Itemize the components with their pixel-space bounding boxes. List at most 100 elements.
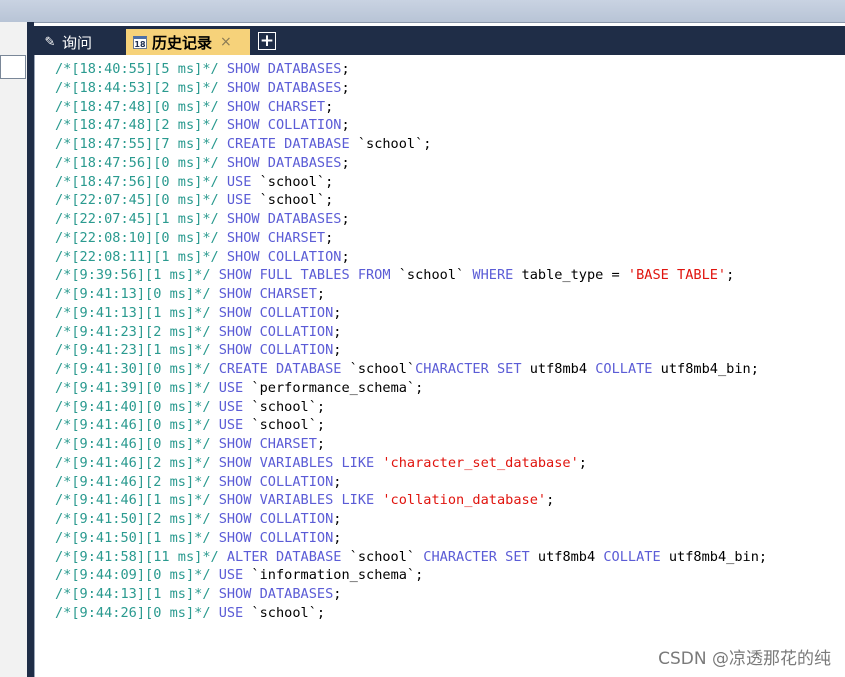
history-token: `school`;: [349, 136, 432, 152]
watermark: CSDN @凉透那花的纯: [658, 649, 831, 669]
history-token: [211, 417, 219, 433]
history-log: /*[18:40:55][5 ms]*/ SHOW DATABASES;/*[1…: [55, 60, 767, 623]
history-token: ;: [316, 436, 326, 452]
history-token: [219, 61, 227, 77]
history-token: WHERE: [472, 267, 514, 284]
history-line: /*[9:39:56][1 ms]*/ SHOW FULL TABLES FRO…: [55, 266, 767, 285]
history-token: /*[18:47:55][7 ms]*/: [55, 136, 219, 152]
history-token: /*[9:41:50][2 ms]*/: [55, 511, 211, 527]
history-token: 'BASE TABLE': [627, 267, 727, 284]
history-token: /*[18:47:48][2 ms]*/: [55, 117, 219, 134]
history-line: /*[9:41:46][2 ms]*/ SHOW COLLATION;: [55, 473, 767, 492]
history-token: [211, 511, 219, 527]
history-token: [211, 567, 219, 583]
history-token: `school`;: [243, 604, 326, 621]
history-token: /*[9:41:46][2 ms]*/: [55, 473, 211, 490]
history-line: /*[9:44:09][0 ms]*/ USE `information_sch…: [55, 566, 767, 585]
history-token: /*[18:47:56][0 ms]*/: [55, 154, 219, 171]
history-token: /*[9:41:46][1 ms]*/: [55, 492, 211, 509]
history-token: SHOW CHARSET: [218, 286, 317, 302]
history-token: SHOW COLLATION: [218, 529, 334, 546]
history-token: USE: [218, 567, 244, 584]
history-line: /*[9:41:46][2 ms]*/ SHOW VARIABLES LIKE …: [55, 454, 767, 473]
calendar-icon: 18: [132, 34, 148, 50]
tab-bar: ✎ 询问 18 历史记录 × +: [34, 26, 845, 55]
tab-history[interactable]: 18 历史记录 ×: [126, 29, 250, 55]
history-token: ;: [341, 211, 350, 227]
history-token: USE: [218, 417, 244, 434]
history-token: COLLATE: [595, 361, 653, 377]
history-token: /*[9:41:46][0 ms]*/: [55, 417, 211, 434]
history-token: ;: [333, 304, 342, 321]
history-token: CREATE DATABASE: [226, 136, 350, 152]
history-token: [219, 192, 227, 208]
history-line: /*[9:41:50][2 ms]*/ SHOW COLLATION;: [55, 510, 767, 529]
history-token: [211, 342, 219, 358]
history-line: /*[22:08:11][1 ms]*/ SHOW COLLATION;: [55, 248, 767, 267]
history-token: [211, 474, 219, 490]
history-token: SHOW VARIABLES LIKE: [218, 492, 375, 509]
add-tab-button[interactable]: +: [258, 32, 276, 50]
history-token: ALTER DATABASE: [226, 548, 342, 565]
history-token: /*[9:41:46][2 ms]*/: [55, 454, 211, 471]
history-token: ;: [546, 492, 555, 509]
history-line: /*[18:47:48][2 ms]*/ SHOW COLLATION;: [55, 116, 767, 135]
history-token: utf8mb4_bin;: [660, 548, 768, 565]
history-line: /*[9:44:13][1 ms]*/ SHOW DATABASES;: [55, 585, 767, 604]
history-line: /*[18:47:48][0 ms]*/ SHOW CHARSET;: [55, 98, 767, 117]
history-line: /*[9:41:50][1 ms]*/ SHOW COLLATION;: [55, 529, 767, 548]
history-token: [211, 380, 219, 396]
history-token: /*[9:39:56][1 ms]*/: [55, 267, 211, 284]
history-token: /*[9:44:09][0 ms]*/: [55, 567, 211, 584]
history-token: 'collation_database': [382, 492, 547, 509]
history-token: SHOW DATABASES: [226, 211, 342, 227]
history-token: SHOW FULL TABLES FROM: [218, 267, 391, 284]
history-token: /*[18:47:56][0 ms]*/: [55, 173, 219, 190]
history-token: [219, 155, 227, 171]
history-token: `school`: [341, 361, 416, 377]
history-token: ;: [333, 323, 342, 340]
history-token: CHARACTER SET: [423, 548, 530, 565]
history-token: SHOW CHARSET: [218, 436, 317, 452]
history-editor[interactable]: /*[18:40:55][5 ms]*/ SHOW DATABASES;/*[1…: [34, 55, 845, 677]
history-token: SHOW CHARSET: [226, 98, 326, 115]
history-token: SHOW COLLATION: [226, 117, 342, 134]
history-token: ;: [341, 154, 350, 171]
history-token: /*[18:47:48][0 ms]*/: [55, 98, 219, 115]
history-token: SHOW COLLATION: [218, 511, 334, 527]
history-token: /*[18:40:55][5 ms]*/: [55, 61, 219, 77]
history-token: `information_schema`;: [243, 567, 424, 584]
history-token: `school`;: [243, 417, 326, 434]
close-icon[interactable]: ×: [220, 34, 232, 50]
history-line: /*[18:47:55][7 ms]*/ CREATE DATABASE `sc…: [55, 135, 767, 154]
history-token: [219, 80, 227, 96]
history-token: /*[9:41:39][0 ms]*/: [55, 379, 211, 396]
history-token: SHOW VARIABLES LIKE: [218, 454, 375, 471]
history-token: [211, 436, 219, 452]
history-line: /*[9:41:58][11 ms]*/ ALTER DATABASE `sch…: [55, 548, 767, 567]
history-token: [219, 249, 227, 265]
history-token: /*[22:08:10][0 ms]*/: [55, 229, 219, 246]
pane-splitter[interactable]: [27, 22, 34, 677]
history-token: [219, 117, 227, 133]
history-token: ;: [341, 117, 350, 134]
history-token: USE: [218, 604, 244, 621]
object-filter-input[interactable]: [0, 55, 26, 79]
history-token: [211, 492, 219, 508]
history-token: table_type =: [513, 267, 628, 284]
history-token: SHOW COLLATION: [226, 248, 342, 265]
history-token: /*[9:41:23][1 ms]*/: [55, 342, 211, 359]
history-token: [211, 286, 219, 302]
history-token: /*[9:44:13][1 ms]*/: [55, 586, 211, 602]
history-line: /*[9:41:23][1 ms]*/ SHOW COLLATION;: [55, 341, 767, 360]
history-line: /*[9:41:46][1 ms]*/ SHOW VARIABLES LIKE …: [55, 491, 767, 510]
history-token: /*[9:41:58][11 ms]*/: [55, 548, 219, 565]
history-token: ;: [316, 286, 326, 302]
history-token: utf8mb4_bin;: [652, 361, 759, 377]
history-token: SHOW COLLATION: [218, 304, 334, 321]
history-token: `school`;: [251, 192, 334, 209]
history-token: [219, 174, 227, 190]
tab-query[interactable]: ✎ 询问: [36, 29, 120, 55]
history-token: SHOW DATABASES: [218, 586, 334, 602]
history-token: SHOW DATABASES: [226, 154, 342, 171]
